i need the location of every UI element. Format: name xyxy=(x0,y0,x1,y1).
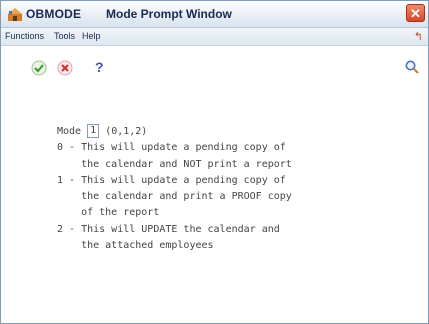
menu-functions[interactable]: Functions xyxy=(5,31,44,41)
search-icon[interactable] xyxy=(404,59,420,75)
option-line: 2 - This will UPDATE the calendar and xyxy=(57,223,280,235)
mode-prompt-window: OBMODE Mode Prompt Window ✕ Functions To… xyxy=(0,0,429,324)
title-bar: OBMODE Mode Prompt Window ✕ xyxy=(1,1,428,28)
option-line: of the report xyxy=(57,207,160,219)
option-line: 1 - This will update a pending copy of xyxy=(57,174,286,186)
app-icon xyxy=(8,8,22,21)
option-line: the calendar and NOT print a report xyxy=(57,158,292,170)
menu-arrow-icon[interactable]: ↰ xyxy=(414,30,423,43)
menu-help[interactable]: Help xyxy=(82,31,101,41)
option-line: the calendar and print a PROOF copy xyxy=(57,191,292,203)
cancel-icon[interactable] xyxy=(57,60,73,76)
window-title: Mode Prompt Window xyxy=(106,7,232,21)
menu-tools[interactable]: Tools xyxy=(54,31,75,41)
check-icon[interactable] xyxy=(31,60,47,76)
menu-bar: Functions Tools Help ↰ xyxy=(1,28,428,46)
option-line: 0 - This will update a pending copy of xyxy=(57,142,286,154)
close-button[interactable]: ✕ xyxy=(406,4,425,22)
mode-form: Mode 1 (0,1,2) 0 - This will update a pe… xyxy=(57,124,292,254)
option-line: the attached employees xyxy=(57,240,214,252)
mode-options: (0,1,2) xyxy=(105,126,148,137)
toolbar: ? xyxy=(1,46,428,86)
app-name: OBMODE xyxy=(26,7,82,21)
help-icon[interactable]: ? xyxy=(95,59,104,75)
mode-input[interactable]: 1 xyxy=(87,124,100,138)
mode-label: Mode xyxy=(57,126,82,137)
mode-row: Mode 1 (0,1,2) xyxy=(57,124,292,140)
close-icon: ✕ xyxy=(410,6,421,21)
